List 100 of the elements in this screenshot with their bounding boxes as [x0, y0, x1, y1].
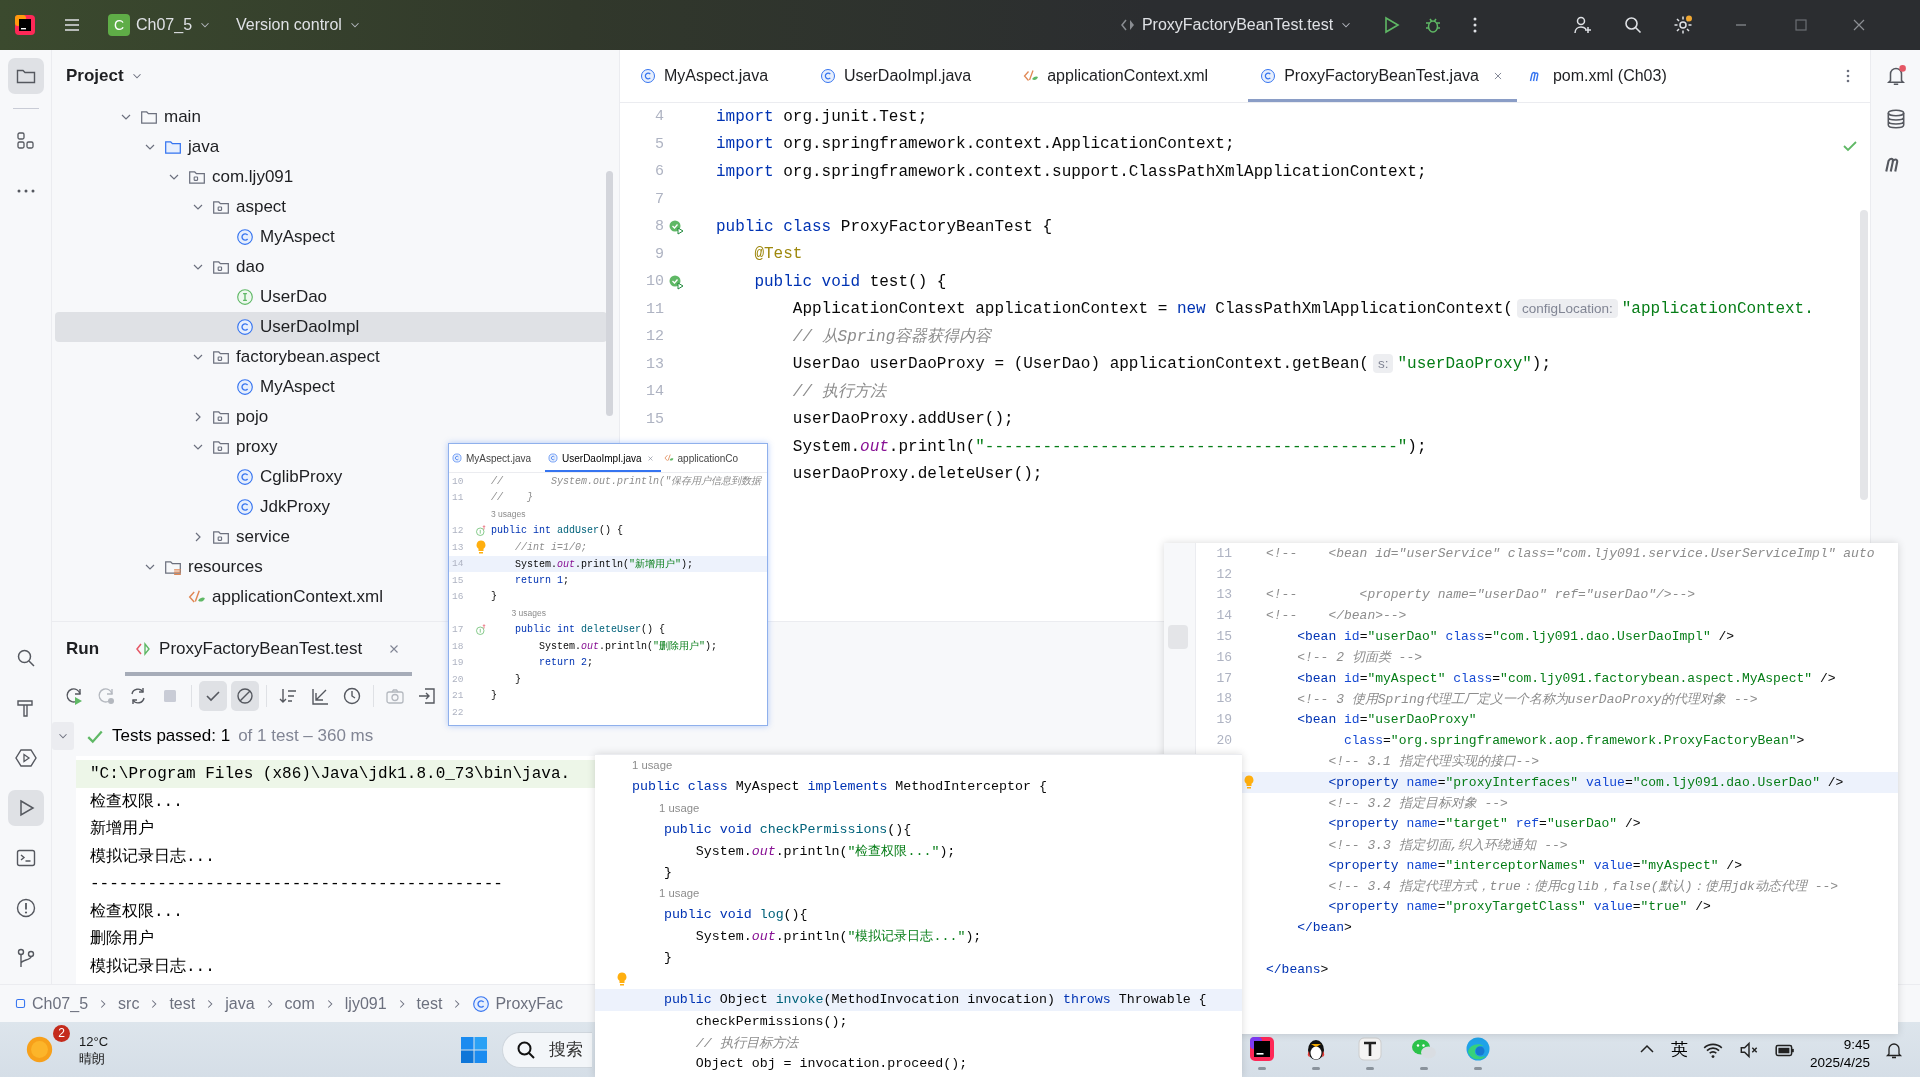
tree-item[interactable]: aspect: [55, 192, 287, 222]
notification-icon[interactable]: [1884, 64, 1907, 86]
code-line: <!-- 2 切面类 -->: [1297, 649, 1423, 667]
console-line: 模拟记录日志...: [90, 956, 215, 977]
code-line: <property name="target" ref="userDao" />: [1328, 816, 1641, 832]
code-line: <!-- <property name="userDao" ref="userDao"/>-->: [1266, 587, 1696, 603]
line-number: 9: [655, 245, 664, 263]
terminal-icon[interactable]: [14, 847, 37, 869]
services-icon[interactable]: [14, 747, 37, 769]
tree-item[interactable]: MyAspect: [55, 222, 335, 252]
usage-hint[interactable]: 3 usages: [511, 607, 546, 618]
toolbar-button[interactable]: [199, 681, 227, 711]
tree-item[interactable]: dao: [55, 252, 265, 282]
code-line: System.out.println("检查权限...");: [695, 842, 956, 860]
tree-item[interactable]: JdkProxy: [55, 492, 330, 522]
tree-item[interactable]: java: [55, 132, 220, 162]
breadcrumb-item[interactable]: test: [169, 994, 196, 1013]
toolbar-button[interactable]: [231, 681, 259, 711]
editor-tab[interactable]: pom.xml (Ch03): [1516, 50, 1707, 102]
breadcrumb-item[interactable]: ljy091: [344, 994, 387, 1013]
project-selector[interactable]: C Ch07_5: [108, 14, 213, 36]
breadcrumb-item[interactable]: test: [416, 994, 443, 1013]
usage-hint[interactable]: 1 usage: [659, 801, 700, 814]
notification-badge: 2: [53, 1024, 70, 1042]
code-line: import org.springframework.context.support.ClassPathXmlApplicationContext;: [716, 162, 1427, 181]
run-test-icon[interactable]: [668, 218, 684, 235]
run-test-icon[interactable]: [668, 273, 684, 290]
tree-item[interactable]: resources: [55, 552, 263, 582]
vcs-menu[interactable]: Version control: [236, 16, 362, 34]
app-logo[interactable]: [14, 14, 36, 36]
run-config-selector[interactable]: ProxyFactoryBeanTest.test: [1119, 16, 1354, 34]
panel-title[interactable]: Project: [66, 66, 124, 86]
usage-hint[interactable]: 1 usage: [632, 759, 673, 772]
tree-item[interactable]: main: [55, 102, 201, 132]
run-tab[interactable]: ProxyFactoryBeanTest.test: [125, 622, 413, 676]
line-number: 11: [646, 300, 664, 318]
clock-date[interactable]: 2025/4/25: [1809, 1053, 1870, 1072]
text-editor-icon[interactable]: [1356, 1035, 1385, 1063]
clock-icon: [342, 686, 362, 706]
editor-tab[interactable]: UserDaoImpl.java: [808, 50, 1012, 102]
tree-item[interactable]: com.ljy091: [55, 162, 294, 192]
problems-icon[interactable]: [14, 897, 37, 919]
test-detail: of 1 test – 360 ms: [238, 726, 374, 746]
windows-icon[interactable]: [460, 1035, 489, 1064]
line-number: 4: [655, 108, 664, 126]
resources-folder-icon: [164, 558, 182, 576]
breadcrumb-item[interactable]: ProxyFac: [472, 994, 563, 1013]
test-summary: Tests passed: 1: [112, 726, 231, 746]
scrollbar[interactable]: [1860, 210, 1868, 500]
code-line: }: [515, 673, 521, 685]
tree-item[interactable]: CglibProxy: [55, 462, 343, 492]
search-icon[interactable]: [1623, 15, 1644, 35]
scrollbar[interactable]: [606, 171, 613, 416]
tool-window-button[interactable]: [7, 790, 44, 826]
code-line: Object obj = invocation.proceed();: [695, 1056, 968, 1072]
settings-icon[interactable]: [1673, 15, 1694, 35]
camera-icon: [385, 686, 405, 706]
code-line: @Test: [754, 245, 803, 264]
breadcrumb-item[interactable]: java: [225, 994, 255, 1013]
line-number: 5: [655, 135, 664, 153]
code-line: <property name="proxyTargetClass" value="true" />: [1328, 899, 1711, 915]
editor-tab[interactable]: applicationContext.xml: [1011, 50, 1249, 102]
breadcrumb-item[interactable]: com: [284, 994, 315, 1013]
usage-hint[interactable]: 3 usages: [491, 508, 526, 519]
tree-item[interactable]: service: [55, 522, 290, 552]
code-line: </beans>: [1266, 961, 1329, 977]
usage-hint[interactable]: 1 usage: [659, 886, 700, 899]
tree-item[interactable]: UserDao: [55, 282, 328, 312]
ide-icon[interactable]: [1248, 1035, 1277, 1063]
code-line: }: [663, 949, 672, 965]
structure-icon[interactable]: [14, 130, 37, 152]
breadcrumb-item[interactable]: Ch07_5: [14, 994, 89, 1013]
editor-tab[interactable]: UserDaoImpl.java: [545, 444, 661, 472]
breadcrumb-item[interactable]: src: [118, 994, 140, 1013]
code-line: import org.springframework.context.ApplicationContext;: [716, 135, 1235, 154]
code-line: <property name="interceptorNames" value="myAspect" />: [1328, 857, 1742, 873]
search-field[interactable]: 搜索: [502, 1031, 593, 1068]
test-icon: [135, 641, 152, 657]
package-folder-icon: [212, 438, 230, 456]
tree-item[interactable]: MyAspect: [55, 372, 335, 402]
tree-item[interactable]: pojo: [55, 402, 269, 432]
line-number: 6: [655, 163, 664, 181]
tree-item[interactable]: proxy: [55, 432, 278, 462]
line-number: 8: [655, 218, 664, 236]
tree-item[interactable]: UserDaoImpl: [55, 312, 607, 342]
code-line: System.out.println("新增用户");: [515, 557, 694, 571]
editor-tab[interactable]: MyAspect.java: [628, 50, 809, 102]
code-line: // System.out.println("保存用户信息到数据: [491, 474, 762, 489]
editor-tab[interactable]: ProxyFactoryBeanTest.java: [1248, 50, 1517, 102]
tree-item[interactable]: factorybean.aspect: [55, 342, 380, 372]
code-line: // }: [491, 492, 533, 504]
tool-window-button[interactable]: [7, 58, 44, 94]
code-line: return 2;: [539, 657, 594, 669]
editor-tab[interactable]: MyAspect.java: [449, 444, 546, 472]
editor-tab[interactable]: applicationCo: [660, 444, 753, 472]
add-person-icon[interactable]: [1573, 15, 1594, 35]
tree-item[interactable]: applicationContext.xml: [55, 582, 384, 612]
input-method[interactable]: 英: [1670, 1038, 1688, 1061]
clock-time[interactable]: 9:45: [1843, 1035, 1870, 1054]
code-line: <!-- 3.3 指定切面,织入环绕通知 -->: [1328, 836, 1568, 854]
